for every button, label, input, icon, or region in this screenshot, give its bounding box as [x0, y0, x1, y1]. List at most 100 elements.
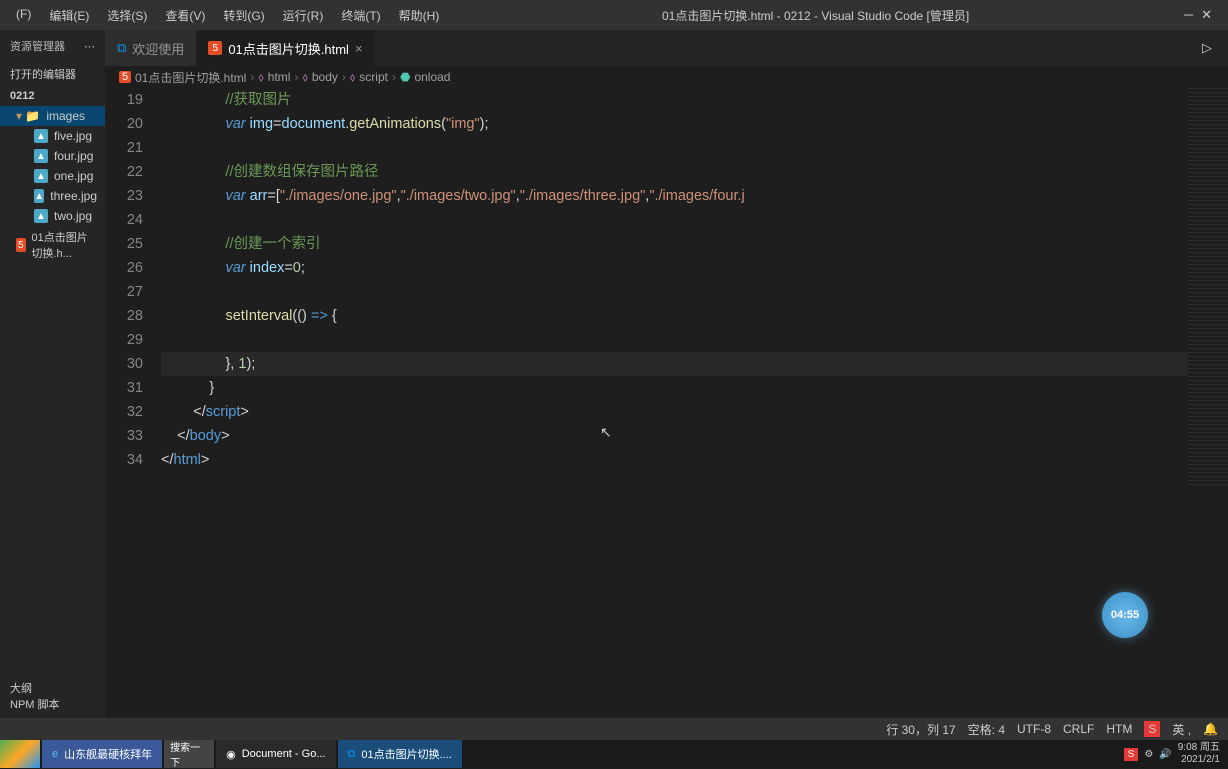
more-icon[interactable]: ⋯ — [84, 40, 95, 53]
statusbar: 行 30，列 17 空格: 4 UTF-8 CRLF HTM S 英 , 🔔 — [0, 718, 1228, 740]
encoding[interactable]: UTF-8 — [1017, 722, 1051, 736]
ie-icon: e — [52, 748, 58, 760]
code-line[interactable]: var img=document.getAnimations("img"); — [161, 112, 1228, 136]
taskbar-vscode[interactable]: ⧉ 01点击图片切换.... — [338, 740, 462, 768]
code-line[interactable]: </body> — [161, 424, 1228, 448]
code-line[interactable]: } — [161, 376, 1228, 400]
menu-item[interactable]: (F) — [8, 3, 39, 28]
file-item[interactable]: ▲ five.jpg — [0, 126, 105, 146]
breadcrumb-item[interactable]: html — [268, 70, 291, 84]
close-icon[interactable]: ✕ — [1201, 7, 1212, 23]
tab-label: 01点击图片切换.html — [228, 39, 349, 58]
code-line[interactable]: </html> — [161, 448, 1228, 472]
code-line[interactable]: setInterval(() => { — [161, 304, 1228, 328]
code-line[interactable] — [161, 136, 1228, 160]
cursor-position[interactable]: 行 30，列 17 — [886, 721, 955, 738]
menu-item[interactable]: 编辑(E) — [41, 3, 97, 28]
image-file-icon: ▲ — [34, 189, 44, 203]
code-line[interactable]: }, 1); — [161, 352, 1228, 376]
menu-item[interactable]: 运行(R) — [275, 3, 332, 28]
chrome-icon: ◉ — [226, 748, 236, 761]
chevron-right-icon: › — [294, 70, 298, 84]
file-label: one.jpg — [54, 169, 93, 183]
menu-item[interactable]: 帮助(H) — [391, 3, 448, 28]
file-item[interactable]: ▲ one.jpg — [0, 166, 105, 186]
indent-info[interactable]: 空格: 4 — [968, 721, 1005, 738]
tag-icon: ⬨ — [302, 70, 307, 85]
line-gutter: 19202122232425262728293031323334 — [105, 88, 161, 718]
window-title: 01点击图片切换.html - 0212 - Visual Studio Cod… — [662, 7, 969, 24]
vscode-icon: ⧉ — [117, 40, 126, 56]
breadcrumb[interactable]: 5 01点击图片切换.html › ⬨ html › ⬨ body › ⬨ sc… — [105, 66, 1228, 88]
code-line[interactable] — [161, 328, 1228, 352]
cube-icon: ⬣ — [400, 70, 410, 84]
minimize-icon[interactable]: ─ — [1184, 7, 1193, 23]
ime-icon[interactable]: S — [1144, 721, 1160, 737]
tray-icon[interactable]: ⚙ — [1144, 749, 1153, 760]
vscode-icon: ⧉ — [348, 748, 356, 761]
task-label: Document - Go... — [242, 748, 326, 760]
folder-root[interactable]: 0212 — [0, 86, 105, 106]
tray-icon[interactable]: 🔊 — [1159, 749, 1171, 760]
code-line[interactable]: var index=0; — [161, 256, 1228, 280]
image-file-icon: ▲ — [34, 129, 48, 143]
file-label: three.jpg — [50, 189, 97, 203]
folder-open-icon: ▾ 📁 — [16, 109, 40, 123]
system-tray[interactable]: S ⚙ 🔊 9:08 周五 2021/2/1 — [1124, 742, 1228, 766]
clock[interactable]: 9:08 周五 2021/2/1 — [1178, 742, 1220, 766]
language[interactable]: HTM — [1106, 722, 1132, 736]
eol[interactable]: CRLF — [1063, 722, 1094, 736]
outline-section[interactable]: 大纲 — [10, 680, 60, 696]
menu-items: (F)编辑(E)选择(S)查看(V)转到(G)运行(R)终端(T)帮助(H) — [8, 3, 447, 28]
tray-icon[interactable]: S — [1124, 748, 1139, 761]
folder-images[interactable]: ▾ 📁 images — [0, 106, 105, 126]
sidebar: 资源管理器 ⋯ 打开的编辑器 0212 ▾ 📁 images ▲ five.jpg… — [0, 30, 105, 718]
taskbar-ie[interactable]: e 山东舰最硬核拜年 — [42, 740, 162, 768]
code-line[interactable]: //创建一个索引 — [161, 232, 1228, 256]
minimap[interactable] — [1188, 88, 1228, 488]
taskbar-chrome[interactable]: ◉ Document - Go... — [216, 740, 335, 768]
menu-item[interactable]: 转到(G) — [215, 3, 272, 28]
file-item[interactable]: ▲two.jpg — [0, 206, 105, 226]
breadcrumb-item[interactable]: script — [359, 70, 388, 84]
ime-lang[interactable]: 英 , — [1172, 721, 1191, 738]
start-button[interactable] — [0, 740, 40, 768]
chevron-right-icon: › — [250, 70, 254, 84]
tag-icon: ⬨ — [350, 70, 355, 85]
html-file[interactable]: 5 01点击图片切换.h... — [0, 226, 105, 264]
run-button[interactable]: ▷ — [1186, 30, 1228, 66]
sidebar-title: 资源管理器 — [10, 38, 65, 54]
breadcrumb-item[interactable]: body — [312, 70, 338, 84]
menu-item[interactable]: 选择(S) — [99, 3, 155, 28]
image-file-icon: ▲ — [34, 149, 48, 163]
code-area[interactable]: //获取图片 var img=document.getAnimations("i… — [161, 88, 1228, 718]
tab-file[interactable]: 5 01点击图片切换.html × — [196, 30, 374, 66]
npm-section[interactable]: NPM 脚本 — [10, 696, 60, 712]
menu-item[interactable]: 终端(T) — [333, 3, 388, 28]
folder-label: images — [46, 109, 85, 123]
file-item[interactable]: ▲ three.jpg — [0, 186, 105, 206]
menubar: (F)编辑(E)选择(S)查看(V)转到(G)运行(R)终端(T)帮助(H) 0… — [0, 0, 1228, 30]
search-label: 搜索一下 — [170, 739, 208, 769]
file-item[interactable]: ▲four.jpg — [0, 146, 105, 166]
breadcrumb-file[interactable]: 01点击图片切换.html — [135, 69, 246, 86]
breadcrumb-item[interactable]: onload — [414, 70, 450, 84]
file-label: five.jpg — [54, 129, 92, 143]
menu-item[interactable]: 查看(V) — [157, 3, 213, 28]
html-file-icon: 5 — [208, 41, 222, 55]
open-editors-label[interactable]: 打开的编辑器 — [0, 62, 105, 86]
bell-icon[interactable]: 🔔 — [1203, 722, 1218, 736]
code-line[interactable] — [161, 208, 1228, 232]
code-line[interactable]: </script> — [161, 400, 1228, 424]
sidebar-header: 资源管理器 ⋯ — [0, 30, 105, 62]
code-line[interactable]: //获取图片 — [161, 88, 1228, 112]
tab-welcome[interactable]: ⧉ 欢迎使用 — [105, 30, 196, 66]
editor-content[interactable]: 19202122232425262728293031323334 //获取图片 … — [105, 88, 1228, 718]
code-line[interactable]: var arr=["./images/one.jpg","./images/tw… — [161, 184, 1228, 208]
html-file-icon: 5 — [119, 71, 131, 83]
image-file-icon: ▲ — [34, 169, 48, 183]
taskbar-search[interactable]: 搜索一下 — [164, 740, 214, 768]
code-line[interactable] — [161, 280, 1228, 304]
code-line[interactable]: //创建数组保存图片路径 — [161, 160, 1228, 184]
close-icon[interactable]: × — [355, 41, 363, 56]
